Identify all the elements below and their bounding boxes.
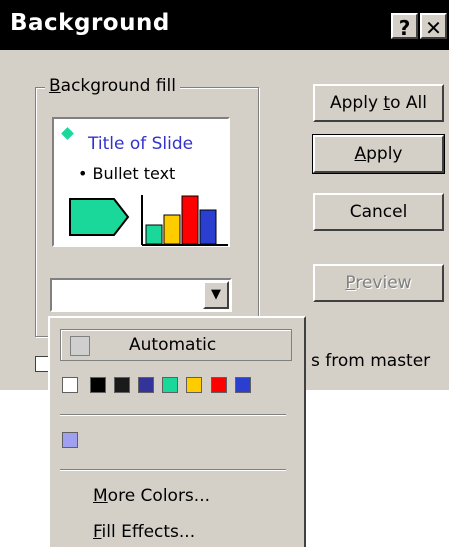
omit-graphics-label: s from master xyxy=(311,351,431,371)
dialog-title: Background xyxy=(10,10,170,36)
color-swatch-black[interactable] xyxy=(90,377,106,393)
color-swatch-red[interactable] xyxy=(211,377,227,393)
background-fill-label: Background fill xyxy=(45,76,180,96)
more-colors-item[interactable]: More Colors... xyxy=(93,486,210,506)
recent-color-swatch[interactable] xyxy=(62,432,78,448)
color-swatch-blue[interactable] xyxy=(235,377,251,393)
fill-color-dropdown[interactable]: ▼ xyxy=(50,278,232,312)
menu-separator xyxy=(60,414,286,416)
preview-title-text: Title of Slide xyxy=(88,134,194,154)
apply-to-all-button[interactable]: Apply to All xyxy=(313,84,444,122)
arrow-shape-icon xyxy=(69,198,130,236)
close-button[interactable]: ✕ xyxy=(420,13,447,40)
help-button[interactable]: ? xyxy=(391,13,418,40)
color-swatch-navy[interactable] xyxy=(138,377,154,393)
color-swatch-white[interactable] xyxy=(62,377,78,393)
slide-preview: Title of Slide • Bullet text xyxy=(52,117,230,247)
title-bar: Background ? ✕ xyxy=(0,0,449,50)
automatic-color-option[interactable]: Automatic xyxy=(60,329,292,361)
apply-button[interactable]: Apply xyxy=(312,134,445,174)
title-bullet-icon xyxy=(61,127,74,140)
automatic-label: Automatic xyxy=(129,335,217,355)
color-swatch-yellow[interactable] xyxy=(186,377,202,393)
chart-bar xyxy=(163,214,181,245)
menu-separator xyxy=(60,469,286,471)
fill-effects-item[interactable]: Fill Effects... xyxy=(93,522,195,542)
preview-button[interactable]: Preview xyxy=(313,264,444,302)
automatic-swatch xyxy=(70,336,90,356)
color-swatch-dark[interactable] xyxy=(114,377,130,393)
cancel-button[interactable]: Cancel xyxy=(313,193,444,231)
dropdown-arrow-icon[interactable]: ▼ xyxy=(203,281,229,309)
chart-bar xyxy=(199,209,217,245)
preview-bullet-text: • Bullet text xyxy=(78,164,176,183)
color-swatch-teal[interactable] xyxy=(162,377,178,393)
chart-bar xyxy=(181,195,199,245)
chart-bar xyxy=(145,224,163,245)
preview-graphics xyxy=(69,195,228,246)
